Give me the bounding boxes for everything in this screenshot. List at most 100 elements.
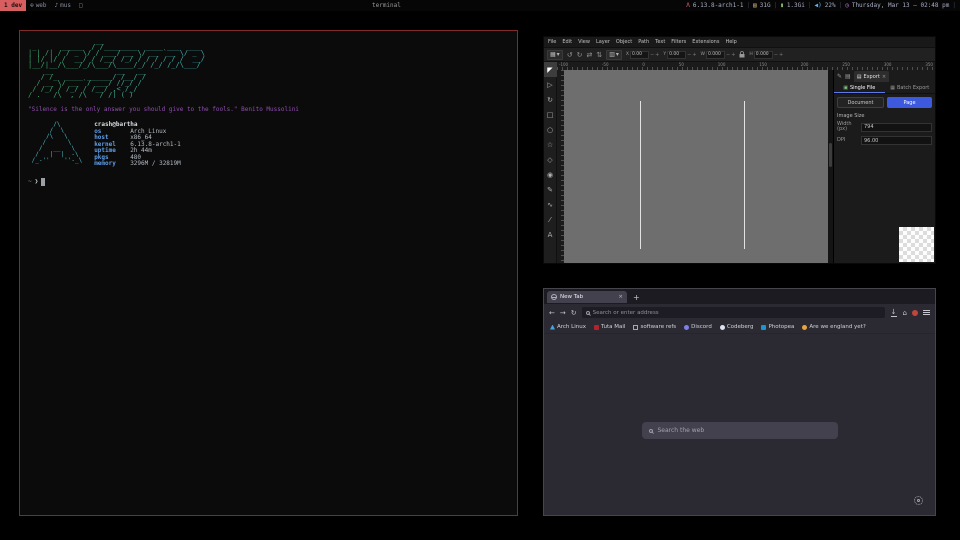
menu-edit[interactable]: Edit: [562, 39, 572, 45]
kernel-version: 6.13.8-arch1-1: [693, 2, 744, 9]
tool-rectangle-icon[interactable]: □: [544, 107, 557, 122]
tool-tweak-icon[interactable]: ↻: [544, 92, 557, 107]
new-tab-button[interactable]: +: [633, 293, 640, 302]
rotate-cw-icon[interactable]: ↻: [577, 51, 583, 59]
export-area-buttons: Document Page: [837, 97, 932, 108]
x-value[interactable]: 0.00: [630, 51, 649, 59]
tool-calligraphy-icon[interactable]: ⁄: [544, 212, 557, 227]
tool-controls-bar: ▦▾ ↺ ↻ ⇄ ⇅ ▥▾ X 0.00 − + Y 0.00 − + W 0.…: [544, 47, 935, 62]
navigation-bar: ← → ↻ Search or enter address ↓ ⌂: [544, 304, 935, 321]
rotate-ccw-icon[interactable]: ↺: [567, 51, 573, 59]
clock-icon: ◷: [845, 2, 849, 9]
tool-spiral-icon[interactable]: ◉: [544, 167, 557, 182]
volume-level: 22%: [825, 2, 836, 9]
url-bar[interactable]: Search or enter address: [582, 307, 885, 318]
y-value[interactable]: 0.00: [667, 51, 686, 59]
workspace-tag-web[interactable]: ⊕ web: [26, 0, 50, 11]
selection-mode-dropdown[interactable]: ▦▾: [547, 50, 563, 60]
web-search-input[interactable]: Search the web: [642, 422, 838, 439]
y-coordinate-spinner[interactable]: Y 0.00 − +: [663, 51, 696, 59]
tuta-favicon: [594, 325, 599, 330]
globe-icon: ⊕: [30, 2, 34, 9]
tag-label: 1 dev: [4, 2, 22, 9]
menu-file[interactable]: File: [548, 39, 556, 45]
tool-3dbox-icon[interactable]: ◇: [544, 152, 557, 167]
datetime: Thursday, Mar 13 — 02:48 pm: [852, 2, 950, 9]
drawn-line-right[interactable]: [744, 101, 745, 249]
menu-help[interactable]: Help: [725, 39, 736, 45]
page-button[interactable]: Page: [887, 97, 932, 108]
status-modules: Λ 6.13.8-arch1-1 | ▤ 31G | ▮ 1.3Gi | ◀) …: [686, 2, 960, 9]
tab-batch-export[interactable]: ▦ Batch Export: [885, 83, 936, 93]
drawn-line-left[interactable]: [640, 101, 641, 249]
tool-text-icon[interactable]: A: [544, 227, 557, 242]
arch-logo-ascii: /\ / \ /\ \ / \ / __ \ / | | -\ /_-'' ''…: [28, 122, 82, 168]
document-button[interactable]: Document: [837, 97, 884, 108]
flip-vertical-icon[interactable]: ⇅: [596, 51, 602, 59]
width-spinner[interactable]: W 0.000 − +: [701, 51, 736, 59]
single-file-icon: ▣: [843, 85, 848, 91]
bookmark-tuta-mail[interactable]: Tuta Mail: [594, 324, 625, 330]
export-dialog-tab[interactable]: ▤ Export ×: [854, 71, 889, 82]
layers-dialog-icon[interactable]: ▤: [845, 73, 851, 80]
adblock-extension-icon[interactable]: [912, 310, 918, 316]
bookmark-discord[interactable]: Discord: [684, 324, 712, 330]
vertical-ruler: [557, 70, 564, 263]
snap-icon: ▥: [609, 51, 615, 58]
browser-window[interactable]: New Tab × + ← → ↻ Search or enter addres…: [543, 288, 936, 516]
export-mode-tabs: ▣ Single File ▦ Batch Export: [834, 83, 935, 94]
personalize-gear-icon[interactable]: [914, 496, 923, 505]
tool-select-icon[interactable]: ◤: [544, 62, 557, 77]
menu-filters[interactable]: Filters: [671, 39, 686, 45]
prompt-arrow: ❯: [35, 178, 39, 185]
inkscape-window[interactable]: File Edit View Layer Object Path Text Fi…: [543, 36, 936, 264]
height-spinner[interactable]: H 0.000 − +: [749, 51, 783, 59]
reload-icon[interactable]: ↻: [571, 309, 577, 317]
tool-pencil-icon[interactable]: ✎: [544, 182, 557, 197]
x-coordinate-spinner[interactable]: X 0.00 − +: [626, 51, 660, 59]
tool-bezier-icon[interactable]: ∿: [544, 197, 557, 212]
bookmark-arch-linux[interactable]: Arch Linux: [550, 324, 586, 330]
forward-icon[interactable]: →: [560, 309, 566, 317]
h-value[interactable]: 0.000: [754, 51, 773, 59]
snap-dropdown[interactable]: ▥▾: [606, 50, 622, 60]
menu-icon[interactable]: [923, 310, 930, 315]
new-tab-page: Search the web: [544, 334, 935, 515]
tool-star-icon[interactable]: ☆: [544, 137, 557, 152]
width-input[interactable]: 794: [861, 123, 932, 132]
close-tab-icon[interactable]: ×: [618, 294, 623, 300]
tool-node-icon[interactable]: ▷: [544, 77, 557, 92]
workspace-tag-dev[interactable]: 1 dev: [0, 0, 26, 11]
bookmark-photopea[interactable]: Photopea: [761, 324, 794, 330]
downloads-icon[interactable]: ↓: [890, 309, 898, 317]
fill-stroke-dialog-icon[interactable]: ✎: [837, 73, 842, 80]
lock-ratio-icon[interactable]: [739, 51, 745, 58]
menu-text[interactable]: Text: [655, 39, 665, 45]
tool-ellipse-icon[interactable]: ○: [544, 122, 557, 137]
drawing-canvas[interactable]: [564, 70, 828, 263]
bookmark-are-we-england-yet[interactable]: Are we england yet?: [802, 324, 865, 330]
dpi-input[interactable]: 96.00: [861, 136, 932, 145]
home-icon[interactable]: ⌂: [903, 309, 907, 317]
w-value[interactable]: 0.000: [706, 51, 725, 59]
bookmark-codeberg[interactable]: Codeberg: [720, 324, 754, 330]
tab-single-file[interactable]: ▣ Single File: [834, 83, 885, 93]
codeberg-favicon: [720, 325, 725, 330]
flip-horizontal-icon[interactable]: ⇄: [586, 51, 592, 59]
close-icon[interactable]: ×: [882, 74, 886, 80]
browser-tab[interactable]: New Tab ×: [547, 291, 627, 303]
menu-layer[interactable]: Layer: [596, 39, 610, 45]
menu-extensions[interactable]: Extensions: [692, 39, 719, 45]
workspace-tag-music[interactable]: ♪ mus: [51, 0, 75, 11]
shell-prompt[interactable]: ~ ❯: [28, 178, 509, 186]
terminal-window[interactable]: __ _ _____ / /________ ____ ___ ___ | | …: [19, 30, 518, 516]
menu-object[interactable]: Object: [616, 39, 632, 45]
menu-view[interactable]: View: [578, 39, 590, 45]
image-size-label: Image Size: [837, 113, 932, 119]
layout-indicator[interactable]: □: [75, 0, 87, 11]
back-icon[interactable]: ←: [549, 309, 555, 317]
tag-label: mus: [60, 2, 71, 9]
horizontal-ruler: -100-50 050 100150 200250 300350: [557, 62, 935, 70]
bookmark-folder-software-refs[interactable]: software refs: [633, 324, 676, 330]
menu-path[interactable]: Path: [638, 39, 649, 45]
